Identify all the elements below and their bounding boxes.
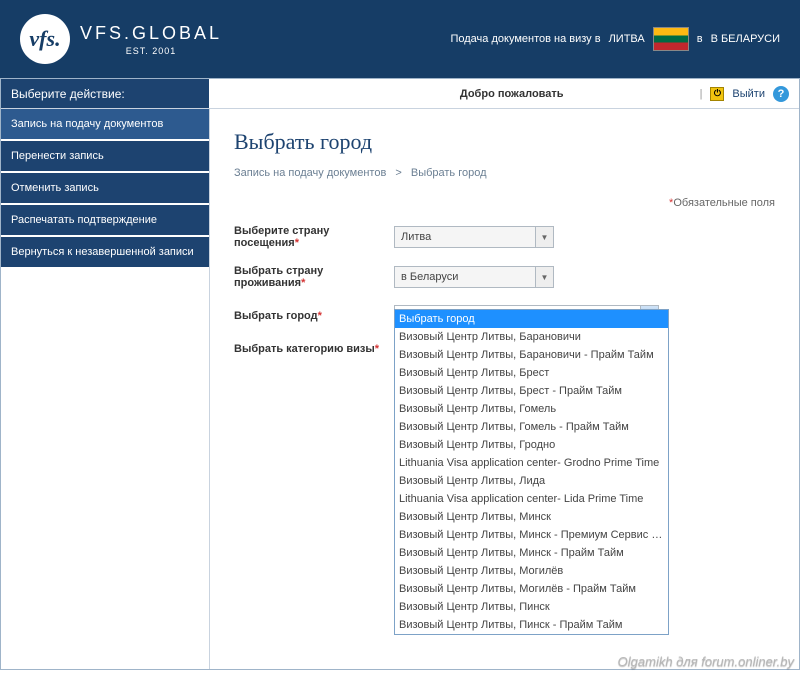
sidebar-item-resume[interactable]: Вернуться к незавершенной записи [1,237,209,269]
sidebar-item-cancel[interactable]: Отменить запись [1,173,209,205]
city-option[interactable]: Визовый Центр Литвы, Брест [395,364,668,382]
breadcrumb-1[interactable]: Запись на подачу документов [234,167,386,179]
breadcrumb: Запись на подачу документов > Выбрать го… [234,167,775,179]
select-residence-country[interactable]: в Беларуси ▼ [394,266,554,288]
city-option[interactable]: Визовый Центр Литвы, Гомель [395,400,668,418]
action-select-title: Выберите действие: [1,79,209,108]
city-option[interactable]: Lithuania Visa application center- Grodn… [395,454,668,472]
label-select-city: Выбрать город* [234,310,394,322]
city-option[interactable]: Визовый Центр Литвы, Могилёв - Прайм Тай… [395,580,668,598]
topbar-right: Добро пожаловать | ⏻ Выйти ? [209,79,799,108]
city-option[interactable]: Визовый Центр Литвы, Гомель - Прайм Тайм [395,418,668,436]
required-note: *Обязательные поля [234,197,775,209]
flag-icon [653,27,689,51]
content-wrap: Выберите действие: Добро пожаловать | ⏻ … [0,78,800,670]
label-visa-category: Выбрать категорию визы* [234,343,394,355]
page-title: Выбрать город [234,129,775,155]
city-option[interactable]: Визовый Центр Литвы, Пинск [395,598,668,616]
main: Запись на подачу документов Перенести за… [1,109,799,669]
label-residence-country: Выбрать страну проживания* [234,265,394,289]
city-option[interactable]: Визовый Центр Литвы, Барановичи - Прайм … [395,346,668,364]
city-option[interactable]: Визовый Центр Литвы, Брест - Прайм Тайм [395,382,668,400]
city-option[interactable]: Визовый Центр Литвы, Могилёв [395,562,668,580]
visa-text-prefix: Подача документов на визу в [450,33,600,45]
brand: VFS.GLOBAL EST. 2001 [80,23,222,56]
row-residence-country: Выбрать страну проживания* в Беларуси ▼ [234,265,775,289]
city-option[interactable]: Визовый Центр Литвы, Минск - Премиум Сер… [395,526,668,544]
city-option[interactable]: Визовый Центр Литвы, Пинск - Прайм Тайм [395,616,668,634]
brand-sub: EST. 2001 [80,46,222,56]
row-visiting-country: Выберите страну посещения* Литва ▼ [234,225,775,249]
sidebar-item-print[interactable]: Распечатать подтверждение [1,205,209,237]
sidebar: Запись на подачу документов Перенести за… [1,109,209,669]
welcome-text: Добро пожаловать [460,88,564,100]
city-option[interactable]: Визовый Центр Литвы, Минск [395,508,668,526]
page: Выбрать город Запись на подачу документо… [209,109,799,669]
header-right: Подача документов на визу в ЛИТВА в В БЕ… [450,27,780,51]
help-icon[interactable]: ? [773,86,789,102]
country-dest: ЛИТВА [609,33,645,45]
logo: vfs. VFS.GLOBAL EST. 2001 [20,14,222,64]
location-prefix: в [697,33,703,45]
breadcrumb-sep: > [395,167,401,179]
logo-icon: vfs. [20,14,70,64]
city-option[interactable]: Визовый Центр Литвы, Лида [395,472,668,490]
city-dropdown[interactable]: Выбрать городВизовый Центр Литвы, Барано… [394,309,669,635]
topbar: Выберите действие: Добро пожаловать | ⏻ … [1,79,799,109]
logout-icon[interactable]: ⏻ [710,87,724,101]
city-option[interactable]: Lithuania Visa application center- Lida … [395,490,668,508]
sidebar-item-schedule[interactable]: Запись на подачу документов [1,109,209,141]
breadcrumb-2: Выбрать город [411,167,487,179]
select-visiting-country[interactable]: Литва ▼ [394,226,554,248]
country-reside: В БЕЛАРУСИ [711,33,780,45]
header: vfs. VFS.GLOBAL EST. 2001 Подача докумен… [0,0,800,78]
brand-main: VFS.GLOBAL [80,23,222,44]
chevron-down-icon: ▼ [535,267,553,287]
city-option[interactable]: Визовый Центр Литвы, Барановичи [395,328,668,346]
logout-link[interactable]: Выйти [732,88,765,100]
city-option[interactable]: Визовый Центр Литвы, Минск - Прайм Тайм [395,544,668,562]
city-option[interactable]: Выбрать город [395,310,668,328]
city-option[interactable]: Визовый Центр Литвы, Гродно [395,436,668,454]
chevron-down-icon: ▼ [535,227,553,247]
sidebar-item-reschedule[interactable]: Перенести запись [1,141,209,173]
label-visiting-country: Выберите страну посещения* [234,225,394,249]
